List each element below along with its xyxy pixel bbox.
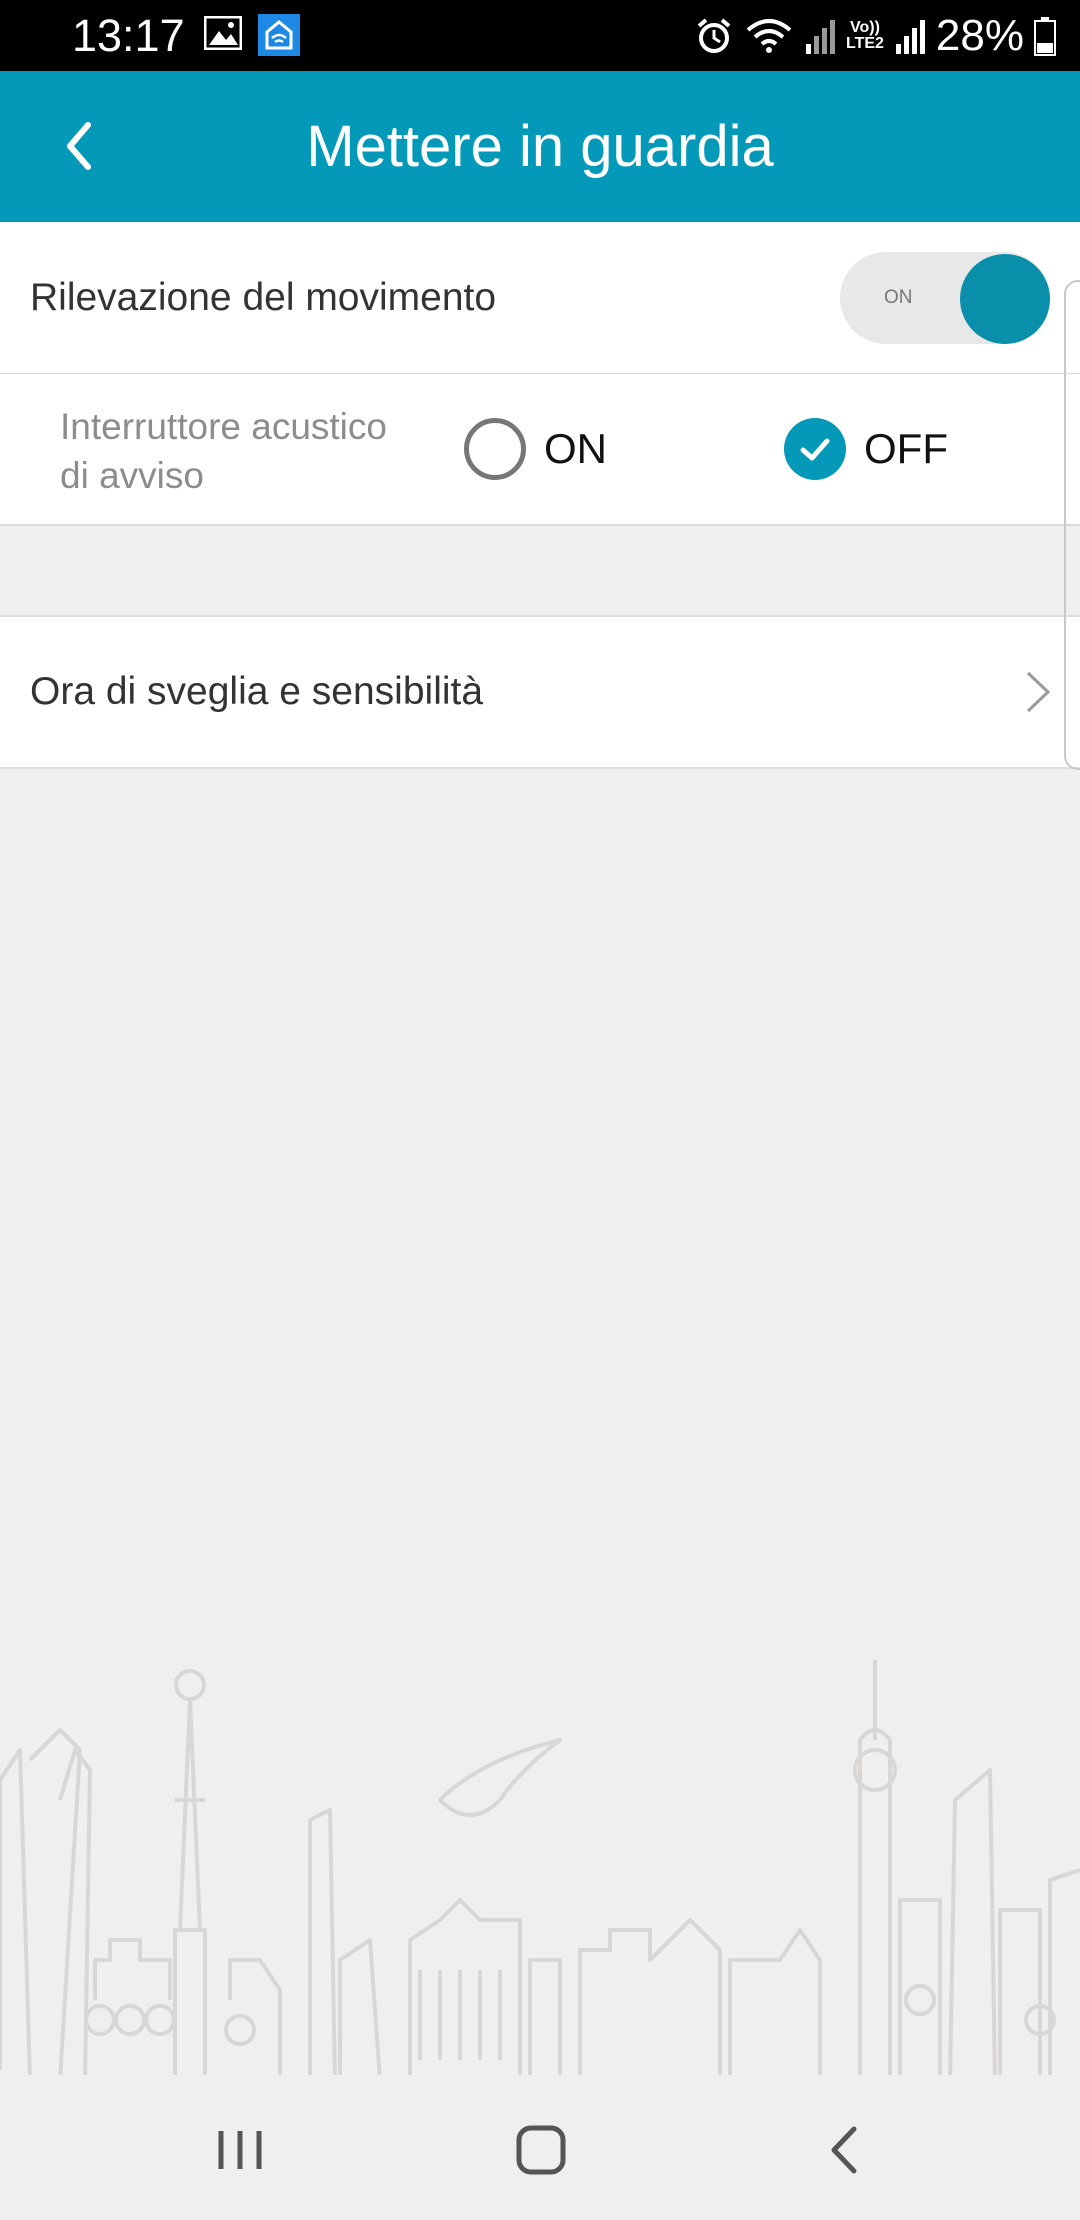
motion-detection-label: Rilevazione del movimento xyxy=(30,276,497,319)
radio-off-label: OFF xyxy=(864,425,948,472)
signal-icon-2 xyxy=(895,19,925,54)
app-header: Mettere in guardia xyxy=(0,71,1080,222)
city-skyline-illustration xyxy=(0,1660,1080,2080)
toggle-state-label: ON xyxy=(884,287,913,308)
wake-time-label: Ora di sveglia e sensibilità xyxy=(30,670,484,713)
signal-icon xyxy=(805,19,835,54)
wifi-icon xyxy=(746,18,792,53)
back-icon[interactable] xyxy=(810,2115,880,2185)
chevron-right-icon xyxy=(1026,671,1051,713)
status-bar: 13:17 Vo)) LTE2 28% xyxy=(0,0,1080,71)
side-panel-edge xyxy=(1064,280,1080,770)
network-type: Vo)) LTE2 xyxy=(845,18,884,52)
alarm-sound-row: Interruttore acustico di avviso ON OFF xyxy=(0,374,1080,526)
system-navigation-bar xyxy=(0,2075,1080,2220)
page-title: Mettere in guardia xyxy=(306,114,774,179)
battery-icon xyxy=(1034,16,1056,56)
alarm-icon xyxy=(697,17,731,53)
motion-detection-toggle[interactable]: ON xyxy=(840,252,1050,344)
home-icon[interactable] xyxy=(506,2115,576,2185)
status-indicators: Vo)) LTE2 28% xyxy=(694,8,1056,63)
alarm-sound-off-radio[interactable]: OFF xyxy=(784,418,948,480)
wake-time-sensitivity-row[interactable]: Ora di sveglia e sensibilità xyxy=(0,615,1080,769)
radio-checked-icon xyxy=(784,418,846,480)
alarm-sound-on-radio[interactable]: ON xyxy=(464,418,607,480)
app-notification-icon xyxy=(258,14,300,56)
toggle-knob xyxy=(960,254,1050,344)
status-time: 13:17 xyxy=(72,10,185,61)
motion-detection-row: Rilevazione del movimento ON xyxy=(0,222,1080,375)
radio-unchecked-icon xyxy=(464,418,526,480)
battery-percent: 28% xyxy=(935,11,1024,60)
radio-on-label: ON xyxy=(544,425,607,472)
alarm-sound-label: Interruttore acustico di avviso xyxy=(60,406,387,496)
recent-apps-icon[interactable] xyxy=(205,2115,275,2185)
gallery-icon xyxy=(204,16,242,50)
chevron-left-icon[interactable] xyxy=(48,111,118,181)
